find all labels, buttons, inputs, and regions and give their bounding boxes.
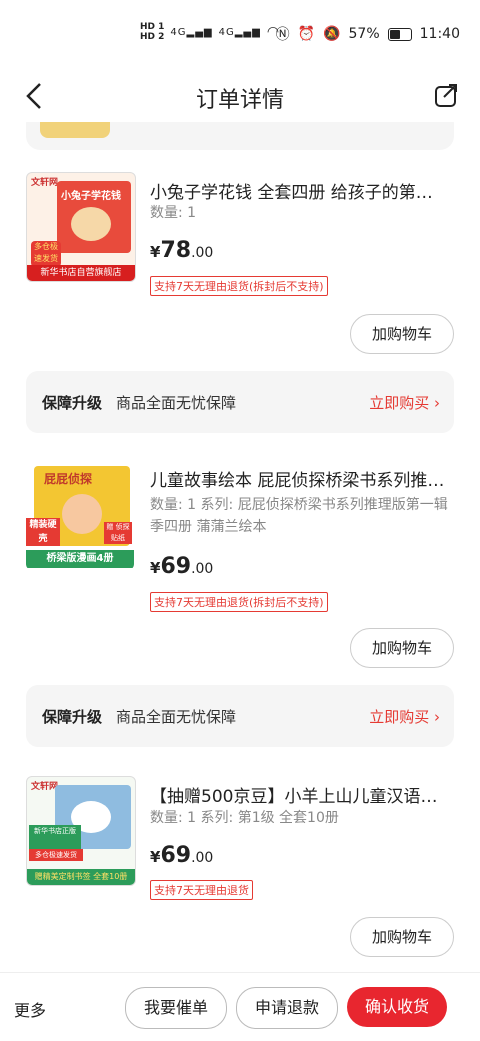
price-integer: 78	[160, 238, 192, 263]
clock: 11:40	[419, 26, 460, 42]
product-meta: 数量: 1	[150, 205, 197, 221]
product-title[interactable]: 【抽赠500京豆】小羊上山儿童汉语…	[150, 782, 450, 807]
order-content: 文轩网 小兔子学花钱 多仓极速发货 新华书店自营旗舰店 小兔子学花钱 全套四册 …	[0, 122, 480, 972]
thumb-corner: 文轩网	[31, 782, 59, 792]
hd2-label: HD 2	[140, 32, 165, 42]
guarantee-desc: 商品全面无忧保障	[116, 708, 237, 726]
mute-icon: 🔕	[323, 26, 341, 42]
product-thumbnail[interactable]: 屁屁侦探 精装硬壳 赠 侦探贴纸 桥梁版漫画4册	[26, 462, 134, 570]
guarantee-label: 保障升级	[42, 708, 103, 726]
rabbit-illustration	[71, 207, 111, 241]
buy-now-link[interactable]: 立即购买 ›	[369, 392, 440, 413]
product-thumbnail[interactable]: 文轩网 新华书店正版 多仓极速发货 赠精美定制书签 全套10册	[26, 776, 136, 886]
price-decimal: .00	[191, 850, 214, 866]
guarantee-banner[interactable]: 保障升级 商品全面无忧保障 立即购买 ›	[26, 371, 454, 433]
return-policy-tag: 支持7天无理由退货(拆封后不支持)	[150, 276, 328, 296]
product-title[interactable]: 小兔子学花钱 全套四册 给孩子的第…	[150, 178, 450, 203]
price-decimal: .00	[191, 561, 214, 577]
request-refund-button[interactable]: 申请退款	[236, 987, 338, 1029]
signal-icon: 4G▂▄▆	[170, 26, 213, 38]
add-to-cart-button[interactable]: 加购物车	[350, 314, 454, 354]
product-price: ¥69.00	[150, 843, 213, 868]
bottom-action-bar: 更多 我要催单 申请退款 确认收货	[0, 972, 480, 1041]
detective-illustration	[62, 494, 102, 534]
nav-bar: 订单详情	[0, 70, 480, 122]
thumb-title: 小兔子学花钱	[61, 191, 121, 202]
thumb-promo: 赠 侦探贴纸	[104, 522, 132, 544]
thumb-badge: 新华书店自营旗舰店	[27, 265, 135, 281]
nfc-icon: Ⓝ	[275, 27, 290, 43]
add-to-cart-button[interactable]: 加购物车	[350, 917, 454, 957]
product-price: ¥78.00	[150, 238, 213, 263]
add-to-cart-button[interactable]: 加购物车	[350, 628, 454, 668]
urge-order-button[interactable]: 我要催单	[125, 987, 227, 1029]
hd1-label: HD 1	[140, 22, 165, 32]
price-integer: 69	[160, 843, 192, 868]
thumb-title: 新华书店正版	[29, 825, 81, 849]
product-meta: 数量: 1 系列: 屁屁侦探桥梁书系列推理版第一辑季四册 蒲蒲兰绘本	[150, 497, 448, 535]
thumb-title: 屁屁侦探	[44, 472, 93, 486]
hd-indicator: HD 1 HD 2	[140, 22, 164, 42]
price-integer: 69	[160, 554, 192, 579]
price-currency: ¥	[150, 559, 161, 577]
price-currency: ¥	[150, 243, 161, 261]
thumb-corner: 精装硬壳	[26, 518, 60, 546]
product-thumbnail[interactable]: 文轩网 小兔子学花钱 多仓极速发货 新华书店自营旗舰店	[26, 172, 136, 282]
product-meta: 数量: 1 系列: 第1级 全套10册	[150, 810, 339, 826]
battery-percent: 57%	[348, 26, 380, 42]
thumb-badge: 赠精美定制书签 全套10册	[27, 869, 135, 885]
page-title: 订单详情	[195, 88, 284, 113]
price-decimal: .00	[191, 245, 214, 261]
product-price: ¥69.00	[150, 554, 213, 579]
thumb-badge: 桥梁版漫画4册	[26, 550, 134, 568]
guarantee-banner[interactable]: 保障升级 商品全面无忧保障 立即购买 ›	[26, 685, 454, 747]
guarantee-desc: 商品全面无忧保障	[116, 394, 237, 412]
signal-icon-2: 4G▂▄▆	[218, 26, 261, 38]
product-title[interactable]: 儿童故事绘本 屁屁侦探桥梁书系列推…	[150, 466, 450, 491]
price-currency: ¥	[150, 848, 161, 866]
thumb-corner: 文轩网	[31, 178, 59, 188]
thumb-promo: 多仓极速发货	[31, 241, 61, 267]
status-left: HD 1 HD 2 4G▂▄▆ 4G▂▄▆ ◠	[140, 22, 279, 42]
previous-thumb	[40, 122, 110, 138]
buy-now-link[interactable]: 立即购买 ›	[369, 706, 440, 727]
more-button[interactable]: 更多	[14, 997, 46, 1021]
battery-icon	[387, 27, 412, 41]
guarantee-label: 保障升级	[42, 394, 103, 412]
confirm-receipt-button[interactable]: 确认收货	[347, 987, 447, 1027]
return-policy-tag: 支持7天无理由退货	[150, 880, 253, 900]
return-policy-tag: 支持7天无理由退货(拆封后不支持)	[150, 592, 328, 612]
share-icon[interactable]	[434, 82, 460, 108]
status-right: Ⓝ ⏰ 🔕 57% 11:40	[276, 24, 460, 44]
status-bar: HD 1 HD 2 4G▂▄▆ 4G▂▄▆ ◠ Ⓝ ⏰ 🔕 57% 11:40	[0, 0, 480, 70]
alarm-icon: ⏰	[297, 26, 316, 42]
thumb-promo: 多仓极速发货	[29, 849, 83, 861]
